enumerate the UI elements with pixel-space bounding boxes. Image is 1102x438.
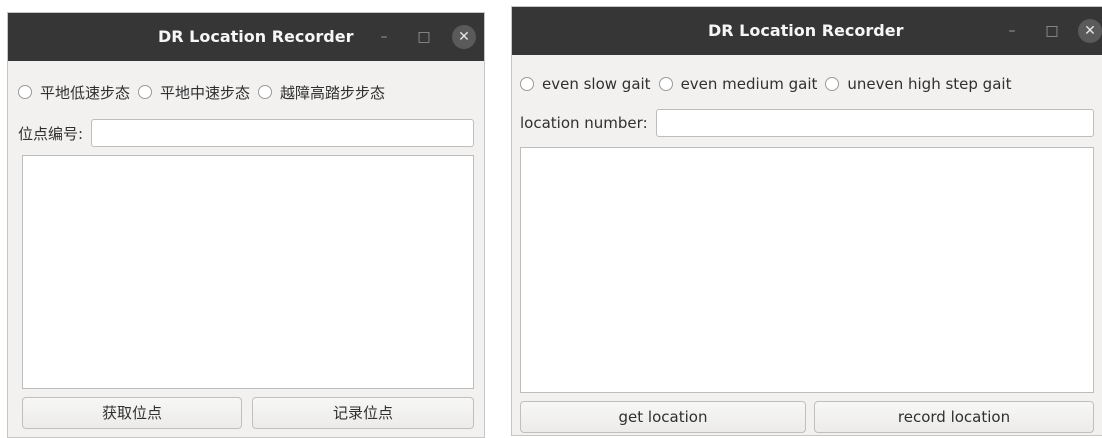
location-number-label: 位点编号: bbox=[18, 124, 84, 143]
gait-radio-group: 平地低速步态 平地中速步态 越障高踏步步态 bbox=[18, 79, 393, 105]
get-location-button[interactable]: 获取位点 bbox=[22, 397, 242, 429]
radio-icon[interactable] bbox=[138, 85, 153, 99]
radio-icon[interactable] bbox=[258, 85, 273, 99]
get-location-button[interactable]: get location bbox=[520, 401, 806, 433]
record-location-button[interactable]: 记录位点 bbox=[252, 397, 474, 429]
minimize-button[interactable]: – bbox=[1000, 19, 1024, 43]
location-number-input[interactable] bbox=[91, 119, 474, 147]
gait-option-even-medium[interactable]: 平地中速步态 bbox=[138, 82, 250, 103]
app-window-english: DR Location Recorder – □ ✕ even slow gai… bbox=[511, 6, 1102, 436]
gait-option-label: 平地中速步态 bbox=[160, 83, 251, 102]
radio-icon[interactable] bbox=[18, 85, 32, 99]
gait-option-uneven-high-step[interactable]: uneven high step gait bbox=[825, 75, 1011, 93]
minimize-button[interactable]: – bbox=[372, 25, 396, 49]
gait-option-label: even slow gait bbox=[542, 75, 651, 93]
location-number-input[interactable] bbox=[655, 109, 1094, 137]
maximize-button[interactable]: □ bbox=[412, 25, 436, 49]
gait-option-label: 平地低速步态 bbox=[40, 83, 131, 102]
app-window-chinese: DR Location Recorder – □ ✕ 平地低速步态 平地中速步态… bbox=[7, 12, 485, 438]
radio-icon[interactable] bbox=[658, 77, 673, 91]
gait-option-label: uneven high step gait bbox=[847, 75, 1012, 93]
title-bar[interactable]: DR Location Recorder – □ ✕ bbox=[8, 13, 484, 61]
location-number-label: location number: bbox=[520, 114, 648, 132]
record-location-button[interactable]: record location bbox=[814, 401, 1094, 433]
window-title: DR Location Recorder bbox=[708, 21, 904, 40]
close-button[interactable]: ✕ bbox=[1078, 19, 1102, 43]
gait-radio-group: even slow gait even medium gait uneven h… bbox=[520, 71, 1019, 97]
close-button[interactable]: ✕ bbox=[452, 25, 476, 49]
location-number-row: 位点编号: bbox=[18, 117, 474, 149]
gait-option-label: 越障高踏步步态 bbox=[280, 83, 386, 102]
maximize-button[interactable]: □ bbox=[1040, 19, 1064, 43]
window-title: DR Location Recorder bbox=[158, 27, 354, 46]
gait-option-uneven-high-step[interactable]: 越障高踏步步态 bbox=[258, 82, 385, 103]
radio-icon[interactable] bbox=[825, 77, 840, 91]
gait-option-even-slow[interactable]: even slow gait bbox=[520, 75, 651, 93]
gait-option-even-medium[interactable]: even medium gait bbox=[658, 75, 818, 93]
gait-option-label: even medium gait bbox=[680, 75, 818, 93]
gait-option-even-slow[interactable]: 平地低速步态 bbox=[18, 82, 130, 103]
output-text-area[interactable] bbox=[22, 155, 474, 389]
location-number-row: location number: bbox=[520, 107, 1094, 139]
radio-icon[interactable] bbox=[520, 77, 534, 91]
output-text-area[interactable] bbox=[520, 147, 1094, 393]
title-bar[interactable]: DR Location Recorder – □ ✕ bbox=[512, 7, 1102, 55]
